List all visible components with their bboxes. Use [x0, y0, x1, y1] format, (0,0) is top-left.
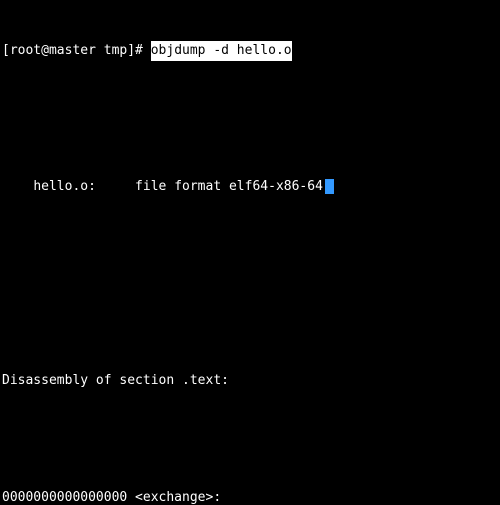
file-format-line: hello.o: file format elf64-x86-64: [2, 158, 498, 217]
blank-line: [2, 430, 498, 449]
shell-prompt: [root@master tmp]#: [2, 41, 151, 61]
section-header: Disassembly of section .text:: [2, 371, 498, 391]
cursor-icon: [325, 179, 334, 194]
file-format-text: hello.o: file format elf64-x86-64: [33, 179, 323, 194]
terminal-output[interactable]: [root@master tmp]# objdump -d hello.o he…: [0, 0, 500, 505]
shell-prompt-line: [root@master tmp]# objdump -d hello.o: [2, 41, 498, 61]
blank-line: [2, 255, 498, 274]
blank-line: [2, 313, 498, 332]
shell-command: objdump -d hello.o: [151, 41, 292, 61]
symbol-header: 0000000000000000 <exchange>:: [2, 488, 498, 505]
blank-line: [2, 100, 498, 119]
